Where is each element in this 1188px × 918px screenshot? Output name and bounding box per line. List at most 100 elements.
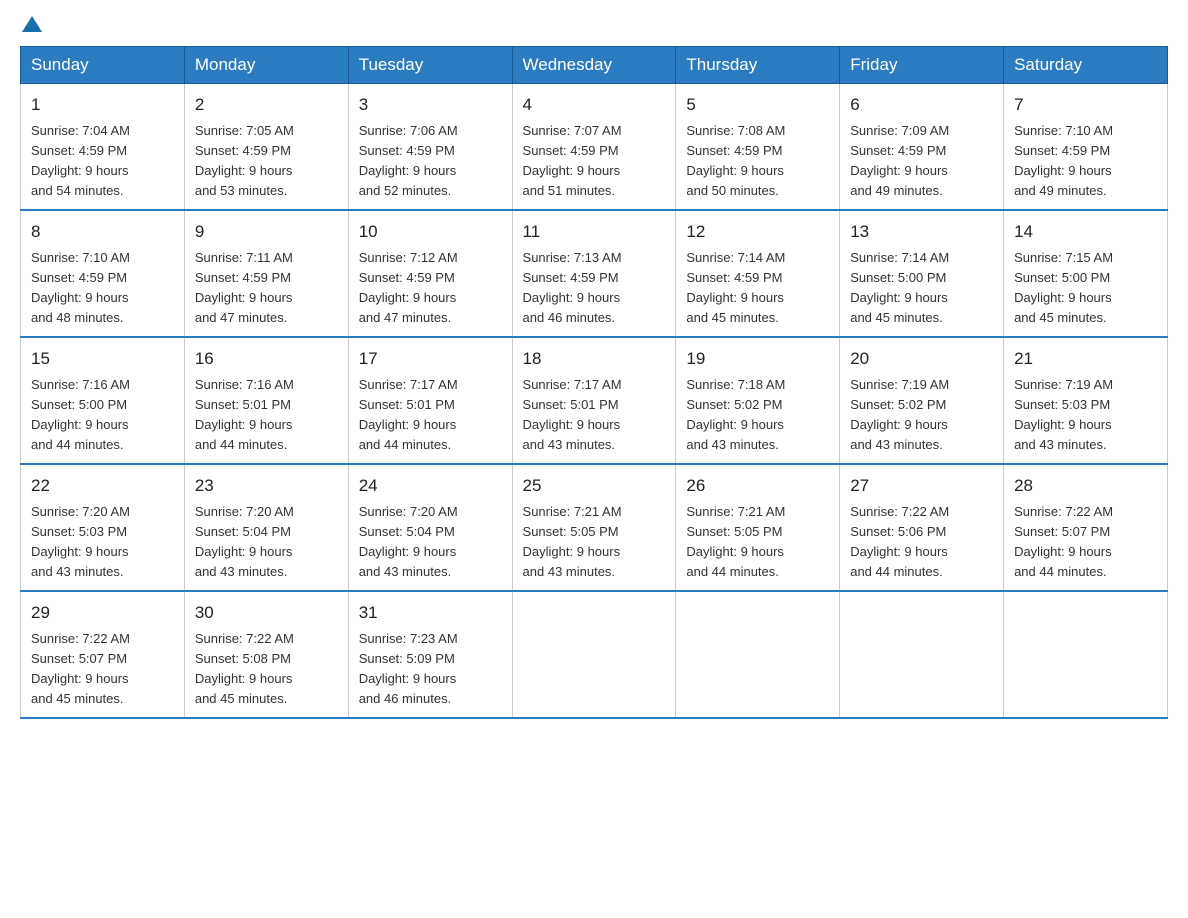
logo [20,20,42,36]
day-info: Sunrise: 7:20 AMSunset: 5:04 PMDaylight:… [359,504,458,579]
day-number: 7 [1014,92,1157,118]
day-info: Sunrise: 7:12 AMSunset: 4:59 PMDaylight:… [359,250,458,325]
calendar-cell [512,591,676,718]
day-info: Sunrise: 7:16 AMSunset: 5:00 PMDaylight:… [31,377,130,452]
day-number: 1 [31,92,174,118]
calendar-cell: 9 Sunrise: 7:11 AMSunset: 4:59 PMDayligh… [184,210,348,337]
day-number: 11 [523,219,666,245]
day-info: Sunrise: 7:06 AMSunset: 4:59 PMDaylight:… [359,123,458,198]
day-info: Sunrise: 7:09 AMSunset: 4:59 PMDaylight:… [850,123,949,198]
day-number: 26 [686,473,829,499]
day-info: Sunrise: 7:14 AMSunset: 4:59 PMDaylight:… [686,250,785,325]
day-number: 5 [686,92,829,118]
calendar-cell: 29 Sunrise: 7:22 AMSunset: 5:07 PMDaylig… [21,591,185,718]
calendar-cell: 15 Sunrise: 7:16 AMSunset: 5:00 PMDaylig… [21,337,185,464]
day-info: Sunrise: 7:08 AMSunset: 4:59 PMDaylight:… [686,123,785,198]
calendar-cell: 11 Sunrise: 7:13 AMSunset: 4:59 PMDaylig… [512,210,676,337]
calendar-cell: 6 Sunrise: 7:09 AMSunset: 4:59 PMDayligh… [840,84,1004,211]
calendar-cell: 7 Sunrise: 7:10 AMSunset: 4:59 PMDayligh… [1004,84,1168,211]
calendar-cell: 16 Sunrise: 7:16 AMSunset: 5:01 PMDaylig… [184,337,348,464]
day-info: Sunrise: 7:19 AMSunset: 5:03 PMDaylight:… [1014,377,1113,452]
calendar-cell: 4 Sunrise: 7:07 AMSunset: 4:59 PMDayligh… [512,84,676,211]
day-info: Sunrise: 7:07 AMSunset: 4:59 PMDaylight:… [523,123,622,198]
calendar-cell [840,591,1004,718]
day-number: 14 [1014,219,1157,245]
day-info: Sunrise: 7:21 AMSunset: 5:05 PMDaylight:… [523,504,622,579]
day-info: Sunrise: 7:10 AMSunset: 4:59 PMDaylight:… [31,250,130,325]
calendar-cell: 24 Sunrise: 7:20 AMSunset: 5:04 PMDaylig… [348,464,512,591]
day-info: Sunrise: 7:20 AMSunset: 5:04 PMDaylight:… [195,504,294,579]
day-info: Sunrise: 7:18 AMSunset: 5:02 PMDaylight:… [686,377,785,452]
calendar-table: SundayMondayTuesdayWednesdayThursdayFrid… [20,46,1168,719]
calendar-cell: 20 Sunrise: 7:19 AMSunset: 5:02 PMDaylig… [840,337,1004,464]
day-number: 6 [850,92,993,118]
calendar-cell: 25 Sunrise: 7:21 AMSunset: 5:05 PMDaylig… [512,464,676,591]
calendar-cell: 14 Sunrise: 7:15 AMSunset: 5:00 PMDaylig… [1004,210,1168,337]
page-header [20,20,1168,36]
calendar-cell: 13 Sunrise: 7:14 AMSunset: 5:00 PMDaylig… [840,210,1004,337]
day-number: 10 [359,219,502,245]
calendar-cell [1004,591,1168,718]
day-number: 29 [31,600,174,626]
day-number: 20 [850,346,993,372]
day-info: Sunrise: 7:19 AMSunset: 5:02 PMDaylight:… [850,377,949,452]
weekday-header-saturday: Saturday [1004,47,1168,84]
day-number: 19 [686,346,829,372]
calendar-cell: 5 Sunrise: 7:08 AMSunset: 4:59 PMDayligh… [676,84,840,211]
day-info: Sunrise: 7:22 AMSunset: 5:08 PMDaylight:… [195,631,294,706]
day-number: 18 [523,346,666,372]
weekday-header-thursday: Thursday [676,47,840,84]
day-number: 24 [359,473,502,499]
day-number: 2 [195,92,338,118]
calendar-cell: 23 Sunrise: 7:20 AMSunset: 5:04 PMDaylig… [184,464,348,591]
day-info: Sunrise: 7:11 AMSunset: 4:59 PMDaylight:… [195,250,293,325]
day-number: 4 [523,92,666,118]
calendar-cell: 17 Sunrise: 7:17 AMSunset: 5:01 PMDaylig… [348,337,512,464]
day-info: Sunrise: 7:13 AMSunset: 4:59 PMDaylight:… [523,250,622,325]
day-number: 30 [195,600,338,626]
day-number: 9 [195,219,338,245]
day-number: 22 [31,473,174,499]
week-row-5: 29 Sunrise: 7:22 AMSunset: 5:07 PMDaylig… [21,591,1168,718]
weekday-header-monday: Monday [184,47,348,84]
day-info: Sunrise: 7:14 AMSunset: 5:00 PMDaylight:… [850,250,949,325]
day-number: 15 [31,346,174,372]
logo-triangle-icon [22,16,42,32]
day-number: 28 [1014,473,1157,499]
calendar-cell: 10 Sunrise: 7:12 AMSunset: 4:59 PMDaylig… [348,210,512,337]
day-number: 17 [359,346,502,372]
weekday-header-sunday: Sunday [21,47,185,84]
day-number: 3 [359,92,502,118]
calendar-cell: 12 Sunrise: 7:14 AMSunset: 4:59 PMDaylig… [676,210,840,337]
day-number: 23 [195,473,338,499]
week-row-4: 22 Sunrise: 7:20 AMSunset: 5:03 PMDaylig… [21,464,1168,591]
day-info: Sunrise: 7:23 AMSunset: 5:09 PMDaylight:… [359,631,458,706]
day-info: Sunrise: 7:17 AMSunset: 5:01 PMDaylight:… [523,377,622,452]
week-row-3: 15 Sunrise: 7:16 AMSunset: 5:00 PMDaylig… [21,337,1168,464]
week-row-2: 8 Sunrise: 7:10 AMSunset: 4:59 PMDayligh… [21,210,1168,337]
day-number: 31 [359,600,502,626]
day-number: 27 [850,473,993,499]
calendar-cell: 18 Sunrise: 7:17 AMSunset: 5:01 PMDaylig… [512,337,676,464]
day-info: Sunrise: 7:17 AMSunset: 5:01 PMDaylight:… [359,377,458,452]
day-number: 21 [1014,346,1157,372]
day-number: 25 [523,473,666,499]
weekday-header-tuesday: Tuesday [348,47,512,84]
day-info: Sunrise: 7:22 AMSunset: 5:07 PMDaylight:… [31,631,130,706]
day-number: 13 [850,219,993,245]
calendar-cell: 28 Sunrise: 7:22 AMSunset: 5:07 PMDaylig… [1004,464,1168,591]
calendar-cell: 30 Sunrise: 7:22 AMSunset: 5:08 PMDaylig… [184,591,348,718]
weekday-header-row: SundayMondayTuesdayWednesdayThursdayFrid… [21,47,1168,84]
calendar-cell [676,591,840,718]
calendar-cell: 21 Sunrise: 7:19 AMSunset: 5:03 PMDaylig… [1004,337,1168,464]
day-info: Sunrise: 7:22 AMSunset: 5:07 PMDaylight:… [1014,504,1113,579]
day-info: Sunrise: 7:10 AMSunset: 4:59 PMDaylight:… [1014,123,1113,198]
day-info: Sunrise: 7:16 AMSunset: 5:01 PMDaylight:… [195,377,294,452]
weekday-header-friday: Friday [840,47,1004,84]
calendar-cell: 3 Sunrise: 7:06 AMSunset: 4:59 PMDayligh… [348,84,512,211]
day-info: Sunrise: 7:20 AMSunset: 5:03 PMDaylight:… [31,504,130,579]
calendar-cell: 26 Sunrise: 7:21 AMSunset: 5:05 PMDaylig… [676,464,840,591]
day-info: Sunrise: 7:22 AMSunset: 5:06 PMDaylight:… [850,504,949,579]
day-number: 12 [686,219,829,245]
day-info: Sunrise: 7:21 AMSunset: 5:05 PMDaylight:… [686,504,785,579]
